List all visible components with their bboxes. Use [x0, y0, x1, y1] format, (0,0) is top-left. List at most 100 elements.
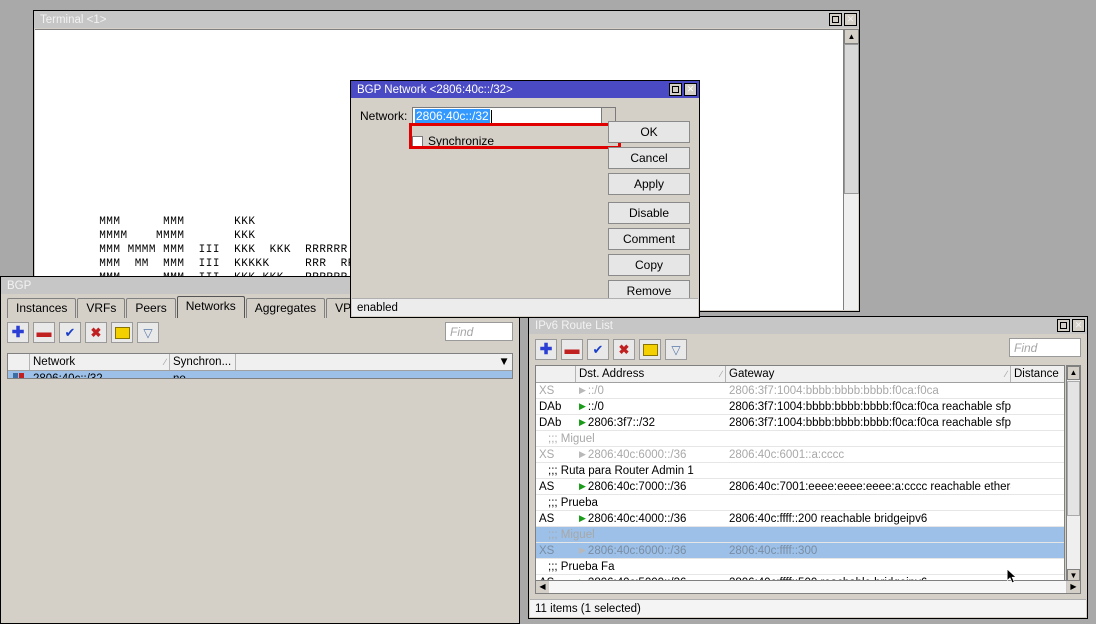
table-row[interactable]: DAb▶::/02806:3f7:1004:bbbb:bbbb:bbbb:f0c…: [536, 399, 1064, 415]
scroll-up-icon[interactable]: ▲: [844, 29, 859, 44]
route-col-dst-address[interactable]: Dst. Address∕: [576, 366, 726, 382]
table-row[interactable]: AS▶2806:40c:7000::/362806:40c:7001:eeee:…: [536, 479, 1064, 495]
route-status-bar: 11 items (1 selected): [530, 599, 1086, 617]
synchronize-checkbox[interactable]: [412, 136, 423, 147]
route-col-flags[interactable]: [536, 366, 576, 382]
filter-icon[interactable]: ▽: [137, 322, 159, 343]
apply-button[interactable]: Apply: [608, 173, 690, 195]
bgp-window[interactable]: BGP Instances VRFs Peers Networks Aggreg…: [0, 276, 520, 624]
remove-icon[interactable]: ▬: [561, 339, 583, 360]
bgp-toolbar: ✚ ▬ ✔ ✖ ▽ Find: [1, 318, 519, 347]
bgp-find-input[interactable]: Find: [445, 322, 513, 341]
route-comment-row[interactable]: ;;; Ruta para Router Admin 1: [536, 463, 1064, 479]
bgp-col-icon[interactable]: [8, 354, 30, 370]
add-icon[interactable]: ✚: [535, 339, 557, 360]
close-icon[interactable]: ✕: [684, 83, 697, 96]
route-cell-gateway: 2806:3f7:1004:bbbb:bbbb:bbbb:f0ca:f0ca r…: [726, 401, 1011, 413]
bgp-network-dialog[interactable]: BGP Network <2806:40c::/32> ✕ Network: 2…: [350, 80, 700, 318]
bgp-col-synchronized[interactable]: Synchron...: [170, 354, 236, 370]
table-row[interactable]: XS▶::/02806:3f7:1004:bbbb:bbbb:bbbb:f0ca…: [536, 383, 1064, 399]
terminal-scroll-thumb[interactable]: [844, 44, 859, 194]
route-list-titlebar[interactable]: IPv6 Route List ✕: [529, 317, 1087, 334]
maximize-icon[interactable]: [1057, 319, 1070, 332]
route-comment-row[interactable]: ;;; Miguel: [536, 431, 1064, 447]
tab-instances[interactable]: Instances: [7, 298, 76, 318]
route-find-input[interactable]: Find: [1009, 338, 1081, 357]
route-comment-row[interactable]: ;;; Prueba Fa: [536, 559, 1064, 575]
ipv6-route-list-window[interactable]: IPv6 Route List ✕ ✚ ▬ ✔ ✖ ▽ Find Dst. Ad…: [528, 316, 1088, 619]
route-cell-dst-address: ▶2806:40c:6000::/36: [576, 449, 726, 461]
add-icon[interactable]: ✚: [7, 322, 29, 343]
tab-peers[interactable]: Peers: [126, 298, 175, 318]
bgp-network-table[interactable]: Network∕ Synchron... ▼ 2806:40c::/32 no: [7, 353, 513, 379]
ok-button[interactable]: OK: [608, 121, 690, 143]
remove-icon[interactable]: ▬: [33, 322, 55, 343]
close-icon[interactable]: ✕: [844, 13, 857, 26]
scroll-up-icon[interactable]: ▲: [1067, 366, 1080, 380]
table-row[interactable]: 2806:40c::/32 no: [8, 371, 512, 379]
terminal-scrollbar[interactable]: ▲: [843, 29, 858, 310]
route-comment-row[interactable]: ;;; Miguel: [536, 527, 1064, 543]
bgp-table-header: Network∕ Synchron... ▼: [8, 354, 512, 371]
enable-icon[interactable]: ✔: [587, 339, 609, 360]
route-cell-flags: DAb: [536, 401, 576, 413]
tab-aggregates[interactable]: Aggregates: [246, 298, 325, 318]
comment-button[interactable]: Comment: [608, 228, 690, 250]
route-col-gateway[interactable]: Gateway∕: [726, 366, 1011, 382]
tab-networks[interactable]: Networks: [177, 296, 245, 318]
dialog-buttons: OK Cancel Apply Disable Comment Copy Rem…: [608, 121, 690, 306]
comment-icon[interactable]: [111, 322, 133, 343]
route-cell-flags: XS: [536, 385, 576, 397]
route-cell-gateway: 2806:40c:ffff::200 reachable bridgeipv6: [726, 513, 1011, 525]
route-cell-dst-address: ▶2806:3f7::/32: [576, 417, 726, 429]
route-table[interactable]: Dst. Address∕ Gateway∕ Distance XS▶::/02…: [535, 365, 1065, 584]
comment-icon[interactable]: [639, 339, 661, 360]
route-arrow-icon: ▶: [579, 481, 586, 492]
disable-button[interactable]: Disable: [608, 202, 690, 224]
bgp-cell-synchronized: no: [170, 373, 236, 380]
bgp-column-menu-icon[interactable]: ▼: [496, 354, 512, 370]
route-cell-gateway: 2806:40c:ffff::300: [726, 545, 1011, 557]
disable-icon[interactable]: ✖: [85, 322, 107, 343]
route-cell-flags: AS: [536, 481, 576, 493]
route-rows: XS▶::/02806:3f7:1004:bbbb:bbbb:bbbb:f0ca…: [536, 383, 1064, 584]
maximize-icon[interactable]: [829, 13, 842, 26]
scroll-left-icon[interactable]: ◀: [536, 581, 549, 593]
dialog-title: BGP Network <2806:40c::/32>: [357, 84, 669, 96]
close-icon[interactable]: ✕: [1072, 319, 1085, 332]
copy-button[interactable]: Copy: [608, 254, 690, 276]
route-vertical-scrollbar[interactable]: ▲ ▼: [1066, 365, 1081, 584]
enable-icon[interactable]: ✔: [59, 322, 81, 343]
network-input[interactable]: 2806:40c::/32: [412, 107, 602, 125]
route-comment-text: ;;; Ruta para Router Admin 1: [536, 465, 1064, 477]
bgp-col-network[interactable]: Network∕: [30, 354, 170, 370]
route-cell-flags: DAb: [536, 417, 576, 429]
dialog-body: Network: 2806:40c::/32 Synchronize OK Ca…: [352, 99, 698, 297]
route-scroll-thumb[interactable]: [1067, 381, 1080, 516]
table-row[interactable]: AS▶2806:40c:4000::/362806:40c:ffff::200 …: [536, 511, 1064, 527]
route-horizontal-scrollbar[interactable]: ◀ ▶: [535, 580, 1081, 594]
route-arrow-icon: ▶: [579, 513, 586, 524]
tab-vrfs[interactable]: VRFs: [77, 298, 125, 318]
filter-icon[interactable]: ▽: [665, 339, 687, 360]
route-arrow-icon: ▶: [579, 417, 586, 428]
route-cell-flags: XS: [536, 545, 576, 557]
route-col-distance[interactable]: Distance: [1011, 366, 1064, 382]
route-arrow-icon: ▶: [579, 545, 586, 556]
table-row[interactable]: XS▶2806:40c:6000::/362806:40c:6001::a:cc…: [536, 447, 1064, 463]
table-row[interactable]: XS▶2806:40c:6000::/362806:40c:ffff::300: [536, 543, 1064, 559]
route-comment-row[interactable]: ;;; Prueba: [536, 495, 1064, 511]
dialog-status-bar: enabled: [352, 298, 698, 316]
table-row[interactable]: DAb▶2806:3f7::/322806:3f7:1004:bbbb:bbbb…: [536, 415, 1064, 431]
route-arrow-icon: ▶: [579, 401, 586, 412]
dialog-titlebar[interactable]: BGP Network <2806:40c::/32> ✕: [351, 81, 699, 98]
maximize-icon[interactable]: [669, 83, 682, 96]
route-comment-text: ;;; Miguel: [536, 529, 1064, 541]
route-list-toolbar: ✚ ▬ ✔ ✖ ▽ Find: [529, 334, 1087, 364]
route-comment-text: ;;; Prueba Fa: [536, 561, 1064, 573]
route-hscroll-thumb[interactable]: [549, 581, 1067, 593]
terminal-titlebar[interactable]: Terminal <1> ✕: [34, 11, 859, 28]
cancel-button[interactable]: Cancel: [608, 147, 690, 169]
disable-icon[interactable]: ✖: [613, 339, 635, 360]
scroll-right-icon[interactable]: ▶: [1067, 581, 1080, 593]
